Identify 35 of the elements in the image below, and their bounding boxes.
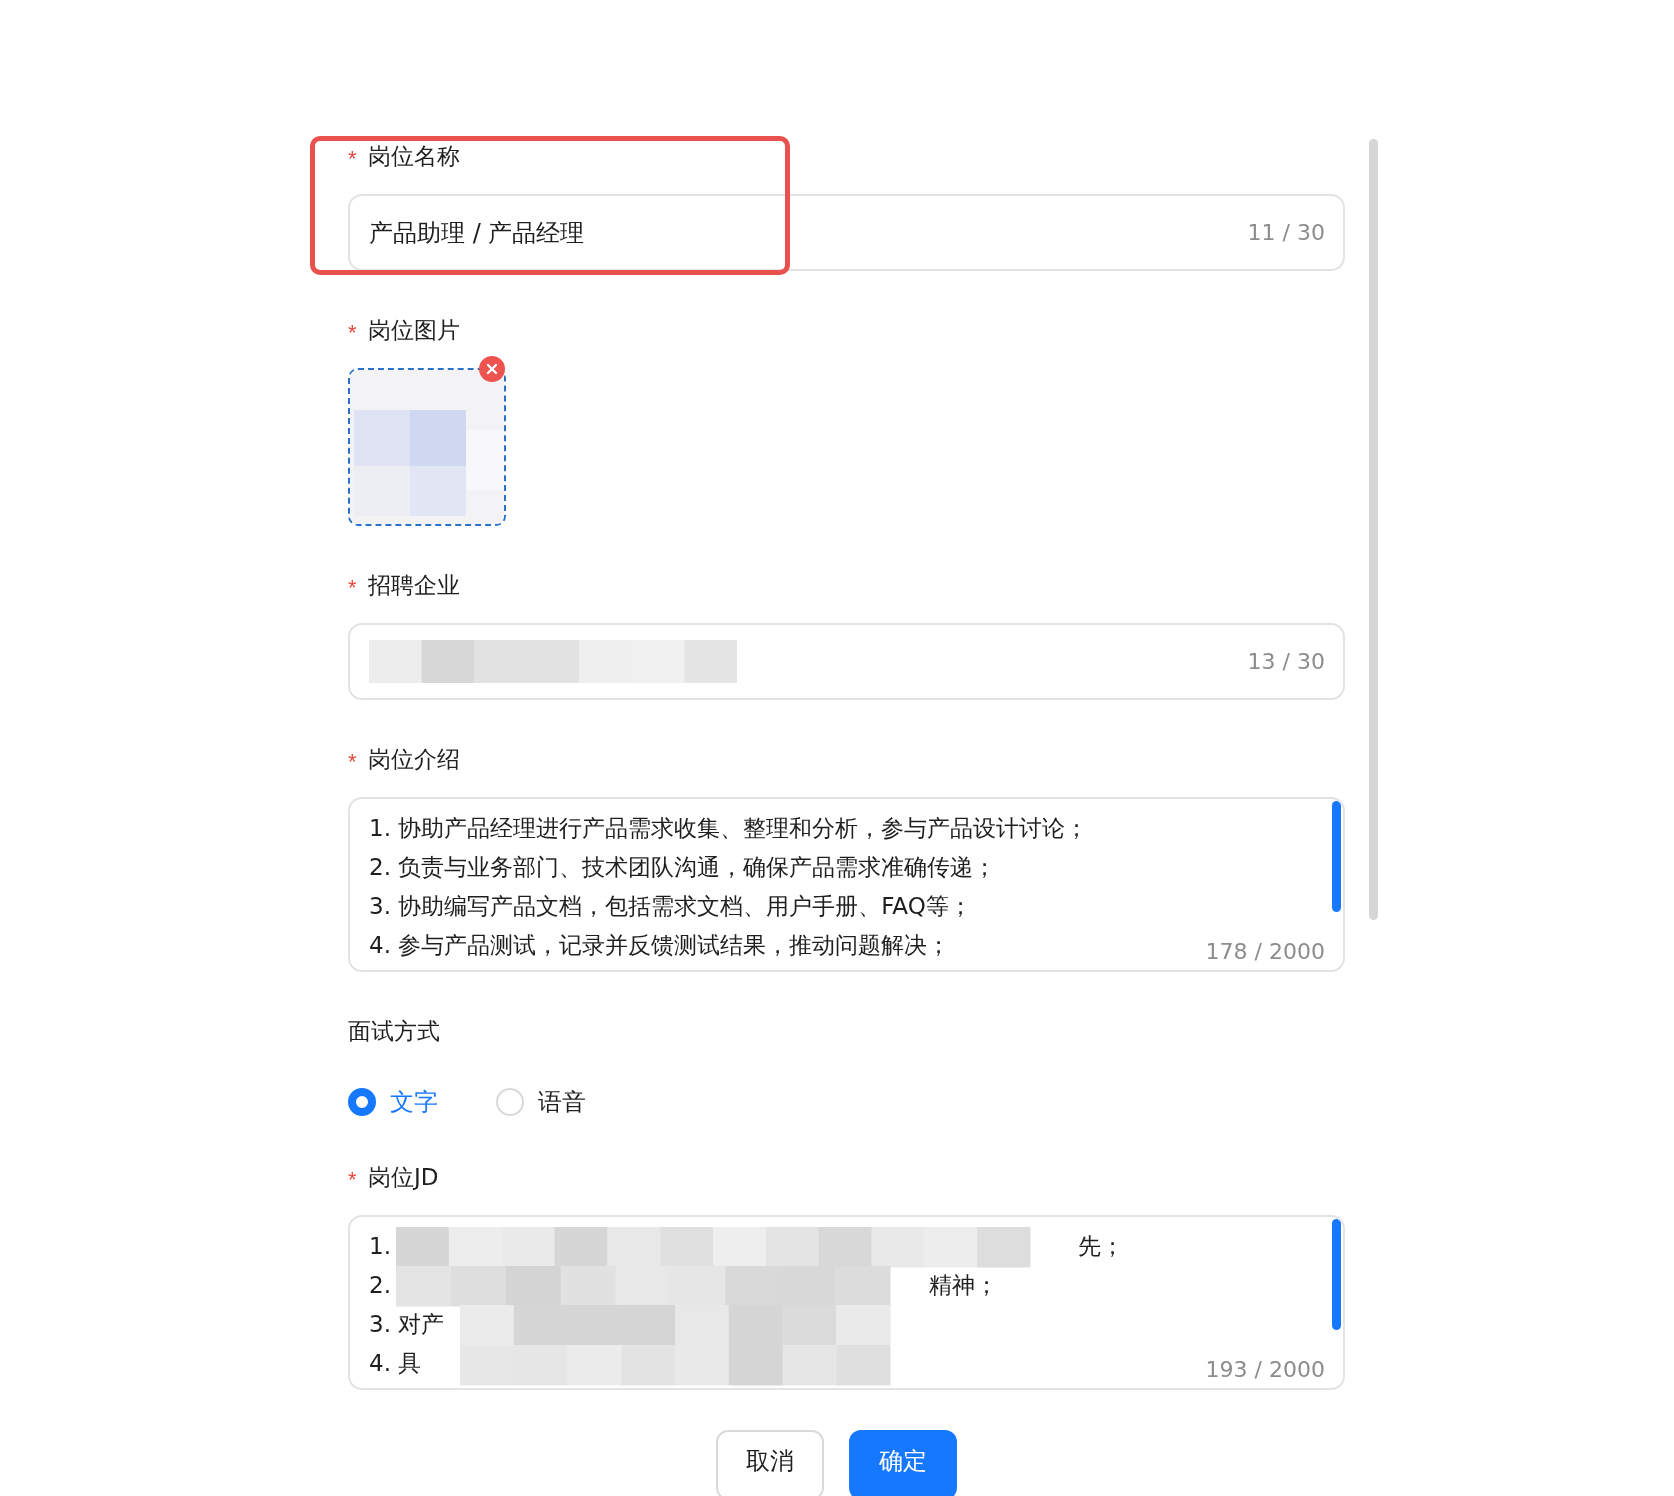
scrollbar[interactable]	[1332, 801, 1341, 912]
text-line: 2.	[369, 1272, 391, 1298]
close-button[interactable]	[479, 356, 505, 382]
required-asterisk: *	[348, 146, 358, 172]
field-label: 岗位图片	[368, 315, 460, 345]
field-label: 招聘企业	[368, 570, 460, 600]
field-label: 岗位JD	[368, 1162, 439, 1192]
text-line: 先；	[1078, 1232, 1124, 1261]
required-asterisk: *	[348, 1167, 358, 1193]
field-label: 岗位介绍	[368, 744, 460, 774]
text-line: 2. 负责与业务部门、技术团队沟通，确保产品需求准确传递；	[369, 854, 997, 880]
close-icon	[486, 363, 498, 375]
required-asterisk: *	[348, 749, 358, 775]
required-asterisk: *	[348, 575, 358, 601]
radio-option[interactable]: 文字	[348, 1086, 438, 1118]
field-label: 岗位名称	[368, 141, 460, 171]
character-counter: 13 / 30	[1247, 649, 1325, 674]
text-area[interactable]: 1. 先； 2. 精神； 3. 对产 4. 具 193 / 2000	[348, 1215, 1345, 1390]
field-label: 面试方式	[348, 1016, 440, 1046]
text-area[interactable]: 1. 协助产品经理进行产品需求收集、整理和分析，参与产品设计讨论； 2. 负责与业务部门、技术团队沟通，确保产品需求准确传递； 3. 协助编写产品文档，包括需求文档、用户手册、FAQ等； 4. 参与产品测试，记录并反馈测试结果，推动问题解决； 178 / 2000	[348, 797, 1345, 972]
text-field[interactable]: 产品助理 / 产品经理 11 / 30	[348, 194, 1345, 271]
text-line: 1. 协助产品经理进行产品需求收集、整理和分析，参与产品设计讨论；	[369, 815, 1089, 841]
text-line: 3. 对产	[369, 1311, 445, 1337]
scrollbar[interactable]	[1369, 139, 1378, 920]
character-counter: 11 / 30	[1247, 220, 1325, 245]
text-line: 3. 协助编写产品文档，包括需求文档、用户手册、FAQ等；	[369, 893, 972, 919]
confirm-button[interactable]: 确定	[848, 1430, 957, 1496]
text-line: 精神；	[929, 1271, 998, 1300]
text-line: 4. 参与产品测试，记录并反馈测试结果，推动问题解决；	[369, 932, 951, 958]
scrollbar[interactable]	[1332, 1219, 1341, 1330]
cancel-button[interactable]: 取消	[715, 1430, 824, 1496]
text-line: 4. 具	[369, 1350, 422, 1376]
radio-option[interactable]: 语音	[496, 1086, 586, 1118]
required-asterisk: *	[348, 320, 358, 346]
text-line: 1.	[369, 1233, 391, 1259]
